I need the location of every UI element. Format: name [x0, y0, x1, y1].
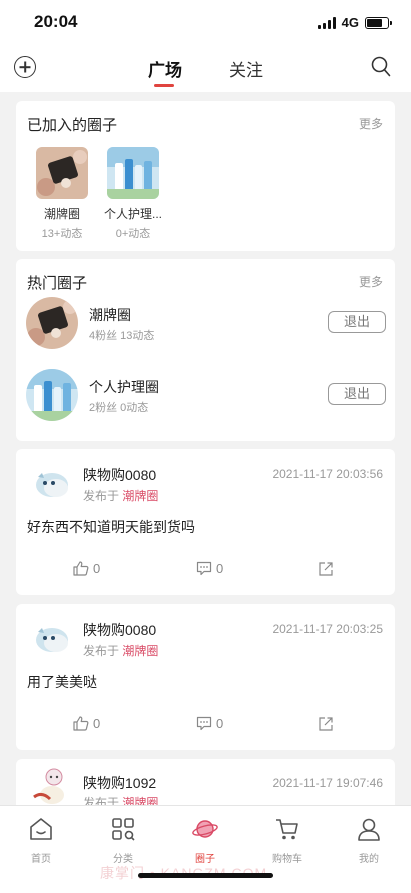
- tab-mine[interactable]: 我的: [339, 816, 399, 865]
- network-type: 4G: [341, 15, 359, 30]
- joined-title: 已加入的圈子: [27, 117, 118, 134]
- post-time: 2021-11-17 20:03:56: [272, 467, 383, 481]
- home-icon: [30, 818, 52, 840]
- status-bar: 20:04 4G: [0, 0, 411, 44]
- hot-circle-stats: 2粉丝 0动态: [89, 402, 149, 414]
- tab-home-label: 首页: [31, 854, 51, 865]
- post-username[interactable]: 陕物购0080: [83, 465, 156, 485]
- circle-avatar: [26, 297, 78, 349]
- comment-icon: [196, 561, 212, 576]
- comment-icon: [196, 716, 212, 731]
- circle-thumbnail: [36, 147, 88, 199]
- thumbs-up-icon: [73, 561, 89, 576]
- user-profile-icon: [358, 818, 380, 841]
- joined-circle-name: 潮牌圈: [43, 207, 80, 221]
- comment-button[interactable]: 0: [196, 716, 223, 731]
- like-count: 0: [93, 716, 101, 731]
- joined-circle-count: 13+动态: [41, 228, 83, 240]
- add-circle-icon[interactable]: [14, 56, 36, 78]
- status-time: 20:04: [34, 12, 78, 31]
- circle-thumbnail: [107, 147, 159, 199]
- hot-title: 热门圈子: [27, 275, 88, 292]
- like-count: 0: [93, 561, 101, 576]
- joined-circles-card: 已加入的圈子 更多 潮牌圈 13+动态 个人护理... 0+动态: [16, 101, 395, 251]
- tab-follow[interactable]: 关注: [229, 56, 263, 81]
- share-button[interactable]: [318, 716, 334, 732]
- hot-circle-row[interactable]: 潮牌圈 4粉丝 13动态 退出: [26, 297, 386, 349]
- top-nav: 广场 关注: [0, 44, 411, 92]
- joined-circle-name: 个人护理...: [103, 207, 162, 221]
- like-button[interactable]: 0: [73, 561, 100, 576]
- post-time: 2021-11-17 20:03:25: [272, 622, 383, 636]
- post-circle-link[interactable]: 潮牌圈: [122, 489, 158, 503]
- category-grid-icon: [112, 818, 135, 841]
- tab-cart[interactable]: 购物车: [257, 816, 317, 865]
- hot-circle-row[interactable]: 个人护理圈 2粉丝 0动态 退出: [26, 369, 386, 421]
- post-time: 2021-11-17 19:07:46: [272, 776, 383, 790]
- post-meta: 发布于 潮牌圈: [83, 642, 158, 659]
- share-icon: [319, 562, 333, 576]
- hot-more-link[interactable]: 更多: [359, 273, 383, 290]
- post-published-prefix: 发布于: [83, 489, 120, 503]
- hot-circles-card: 热门圈子 更多 潮牌圈 4粉丝 13动态 退出 个人护理圈 2粉丝 0动态 退出: [16, 259, 395, 441]
- tab-home[interactable]: 首页: [11, 816, 71, 865]
- post-username[interactable]: 陕物购1092: [83, 773, 156, 793]
- post-card[interactable]: 陕物购0080 发布于 潮牌圈 2021-11-17 20:03:25 用了美美…: [16, 604, 395, 750]
- user-avatar[interactable]: [30, 618, 74, 658]
- comment-count: 0: [216, 561, 224, 576]
- tab-square[interactable]: 广场: [148, 56, 182, 87]
- post-actions: 0 0: [16, 561, 395, 581]
- status-indicators: 4G: [317, 15, 392, 30]
- tab-mine-label: 我的: [359, 854, 379, 865]
- circle-avatar: [26, 369, 78, 421]
- user-avatar[interactable]: [30, 463, 74, 503]
- hot-circle-name: 潮牌圈: [89, 307, 131, 323]
- signal-icon: [317, 16, 336, 29]
- post-card[interactable]: 陕物购0080 发布于 潮牌圈 2021-11-17 20:03:56 好东西不…: [16, 449, 395, 595]
- joined-circle-item[interactable]: 潮牌圈 13+动态: [22, 147, 102, 241]
- post-username[interactable]: 陕物购0080: [83, 620, 156, 640]
- bottom-tab-bar: 首页 分类 圈子 购物车 我的 康掌门 • KANGZM.CO: [0, 805, 411, 893]
- hot-circle-stats: 4粉丝 13动态: [89, 330, 155, 342]
- cart-icon: [276, 819, 298, 840]
- user-avatar[interactable]: [30, 767, 74, 807]
- post-circle-link[interactable]: 潮牌圈: [122, 644, 158, 658]
- like-button[interactable]: 0: [73, 716, 100, 731]
- post-actions: 0 0: [16, 716, 395, 736]
- share-icon: [319, 717, 333, 731]
- home-indicator: [138, 873, 273, 878]
- tab-category[interactable]: 分类: [93, 816, 153, 865]
- post-text: 好东西不知道明天能到货吗: [27, 519, 195, 535]
- hot-circle-name: 个人护理圈: [89, 379, 159, 395]
- circle-planet-icon: [192, 820, 218, 838]
- comment-count: 0: [216, 716, 224, 731]
- joined-circle-item[interactable]: 个人护理... 0+动态: [93, 147, 173, 241]
- comment-button[interactable]: 0: [196, 561, 223, 576]
- joined-circle-count: 0+动态: [115, 228, 151, 240]
- tab-circle[interactable]: 圈子: [175, 816, 235, 865]
- post-meta: 发布于 潮牌圈: [83, 487, 158, 504]
- joined-more-link[interactable]: 更多: [359, 115, 383, 132]
- exit-circle-button[interactable]: 退出: [328, 383, 386, 405]
- exit-circle-button[interactable]: 退出: [328, 311, 386, 333]
- share-button[interactable]: [318, 561, 334, 577]
- search-icon[interactable]: [371, 56, 391, 78]
- post-text: 用了美美哒: [27, 674, 97, 690]
- thumbs-up-icon: [73, 716, 89, 731]
- post-published-prefix: 发布于: [83, 644, 120, 658]
- battery-icon: [365, 16, 392, 29]
- active-tab-indicator: [154, 84, 174, 87]
- tab-square-label: 广场: [148, 61, 182, 80]
